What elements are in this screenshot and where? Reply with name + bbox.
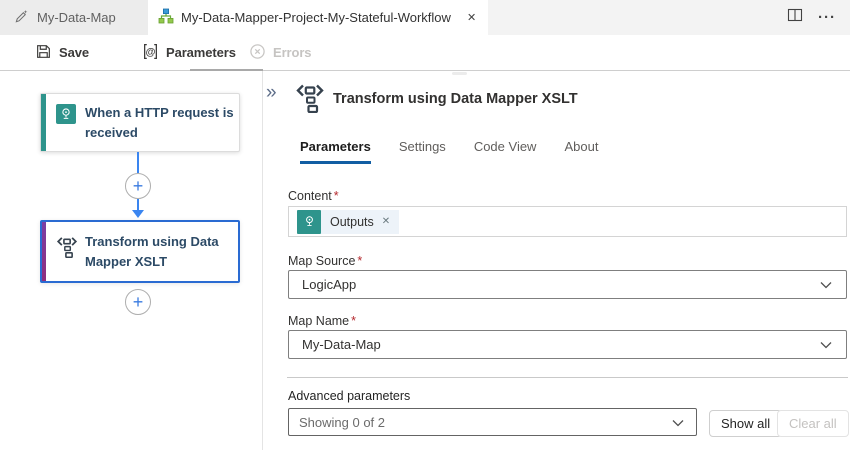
connector-line bbox=[137, 199, 139, 210]
clear-all-button[interactable]: Clear all bbox=[777, 410, 849, 437]
required-asterisk: * bbox=[357, 254, 362, 268]
http-request-token-icon bbox=[297, 210, 321, 234]
map-name-label: Map Name* bbox=[288, 314, 356, 328]
close-tab-icon[interactable]: ✕ bbox=[467, 11, 476, 24]
trigger-node-title: When a HTTP request is received bbox=[85, 103, 237, 143]
save-floppy-icon bbox=[35, 43, 52, 63]
show-all-button[interactable]: Show all bbox=[709, 410, 782, 437]
token-pill: Outputs ✕ bbox=[321, 210, 399, 234]
content-label: Content* bbox=[288, 189, 339, 203]
parameters-at-icon: @ bbox=[142, 43, 159, 63]
insert-action-button[interactable]: + bbox=[125, 173, 151, 199]
parameters-button[interactable]: @ Parameters bbox=[142, 35, 236, 70]
data-mapper-xslt-icon bbox=[56, 236, 78, 258]
tab-my-data-map[interactable]: My-Data-Map bbox=[0, 0, 148, 35]
errors-button[interactable]: Errors bbox=[249, 35, 311, 70]
errors-label: Errors bbox=[273, 45, 311, 60]
collapse-panel-chevron[interactable]: » bbox=[266, 83, 277, 102]
map-name-value: My-Data-Map bbox=[302, 337, 381, 352]
tab-settings[interactable]: Settings bbox=[399, 139, 446, 164]
advanced-section-divider bbox=[287, 377, 848, 378]
logic-apps-designer-window: My-Data-Map My-Data-Mapper-Project-My-St… bbox=[0, 0, 850, 450]
canvas-panel-divider bbox=[262, 71, 263, 450]
outputs-token[interactable]: Outputs ✕ bbox=[297, 210, 399, 234]
panel-data-mapper-icon bbox=[295, 83, 325, 118]
chevron-down-icon bbox=[820, 337, 832, 352]
action-accent-stripe bbox=[42, 222, 46, 281]
split-editor-icon[interactable] bbox=[787, 7, 803, 28]
map-name-dropdown[interactable]: My-Data-Map bbox=[288, 330, 847, 359]
add-action-button[interactable]: + bbox=[125, 289, 151, 315]
action-node-data-mapper-xslt[interactable]: Transform using Data Mapper XSLT bbox=[40, 220, 240, 283]
workflow-tree-icon bbox=[158, 8, 174, 27]
remove-token-icon[interactable]: ✕ bbox=[382, 216, 390, 227]
action-node-title: Transform using Data Mapper XSLT bbox=[85, 232, 237, 272]
trigger-node-http-request[interactable]: When a HTTP request is received bbox=[40, 93, 240, 152]
tab-workflow[interactable]: My-Data-Mapper-Project-My-Stateful-Workf… bbox=[148, 0, 488, 35]
plus-icon: + bbox=[133, 293, 144, 311]
tab-about[interactable]: About bbox=[564, 139, 598, 164]
window-actions: ··· bbox=[787, 0, 836, 35]
http-request-icon bbox=[56, 104, 76, 124]
advanced-parameters-value: Showing 0 of 2 bbox=[299, 415, 385, 430]
advanced-parameters-label: Advanced parameters bbox=[288, 389, 410, 403]
save-button[interactable]: Save bbox=[35, 35, 89, 70]
svg-text:@: @ bbox=[146, 47, 156, 58]
tab-parameters[interactable]: Parameters bbox=[300, 139, 371, 164]
editor-tab-bar: My-Data-Map My-Data-Mapper-Project-My-St… bbox=[0, 0, 850, 35]
save-label: Save bbox=[59, 45, 89, 60]
required-asterisk: * bbox=[334, 189, 339, 203]
plus-icon: + bbox=[133, 177, 144, 195]
tab-code-view[interactable]: Code View bbox=[474, 139, 537, 164]
content-input[interactable]: Outputs ✕ bbox=[288, 206, 847, 237]
more-actions-icon[interactable]: ··· bbox=[818, 10, 836, 25]
panel-title: Transform using Data Mapper XSLT bbox=[333, 91, 578, 107]
parameters-label: Parameters bbox=[166, 45, 236, 60]
connector-arrowhead bbox=[132, 210, 144, 218]
token-label: Outputs bbox=[330, 215, 374, 229]
tabstrip-scrollbar-thumb[interactable] bbox=[452, 72, 467, 75]
map-source-label: Map Source* bbox=[288, 254, 362, 268]
tab-label: My-Data-Map bbox=[37, 10, 116, 25]
tab-label: My-Data-Mapper-Project-My-Stateful-Workf… bbox=[181, 10, 451, 25]
map-source-value: LogicApp bbox=[302, 277, 356, 292]
chevron-down-icon bbox=[820, 277, 832, 292]
data-map-pen-icon bbox=[14, 9, 29, 27]
designer-toolbar: Save @ Parameters Errors bbox=[0, 35, 850, 71]
advanced-parameters-dropdown[interactable]: Showing 0 of 2 bbox=[288, 408, 697, 436]
chevron-down-icon bbox=[672, 415, 684, 430]
connector-line bbox=[137, 152, 139, 173]
errors-circle-x-icon bbox=[249, 43, 266, 63]
canvas-scrollbar-thumb[interactable] bbox=[190, 69, 263, 71]
map-source-dropdown[interactable]: LogicApp bbox=[288, 270, 847, 299]
panel-tabs: Parameters Settings Code View About bbox=[300, 139, 598, 164]
trigger-accent-stripe bbox=[41, 94, 46, 151]
required-asterisk: * bbox=[351, 314, 356, 328]
